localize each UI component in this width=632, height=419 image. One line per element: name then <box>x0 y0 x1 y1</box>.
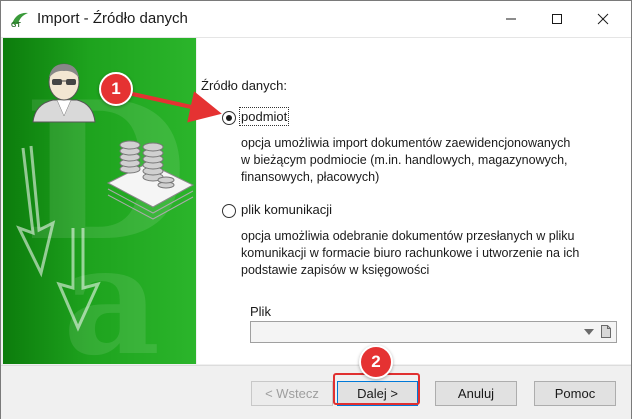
step-marker-1: 1 <box>99 72 133 106</box>
annotation-arrow-icon <box>127 91 222 123</box>
step-marker-2: 2 <box>359 345 393 379</box>
annotation-overlay <box>127 91 222 123</box>
